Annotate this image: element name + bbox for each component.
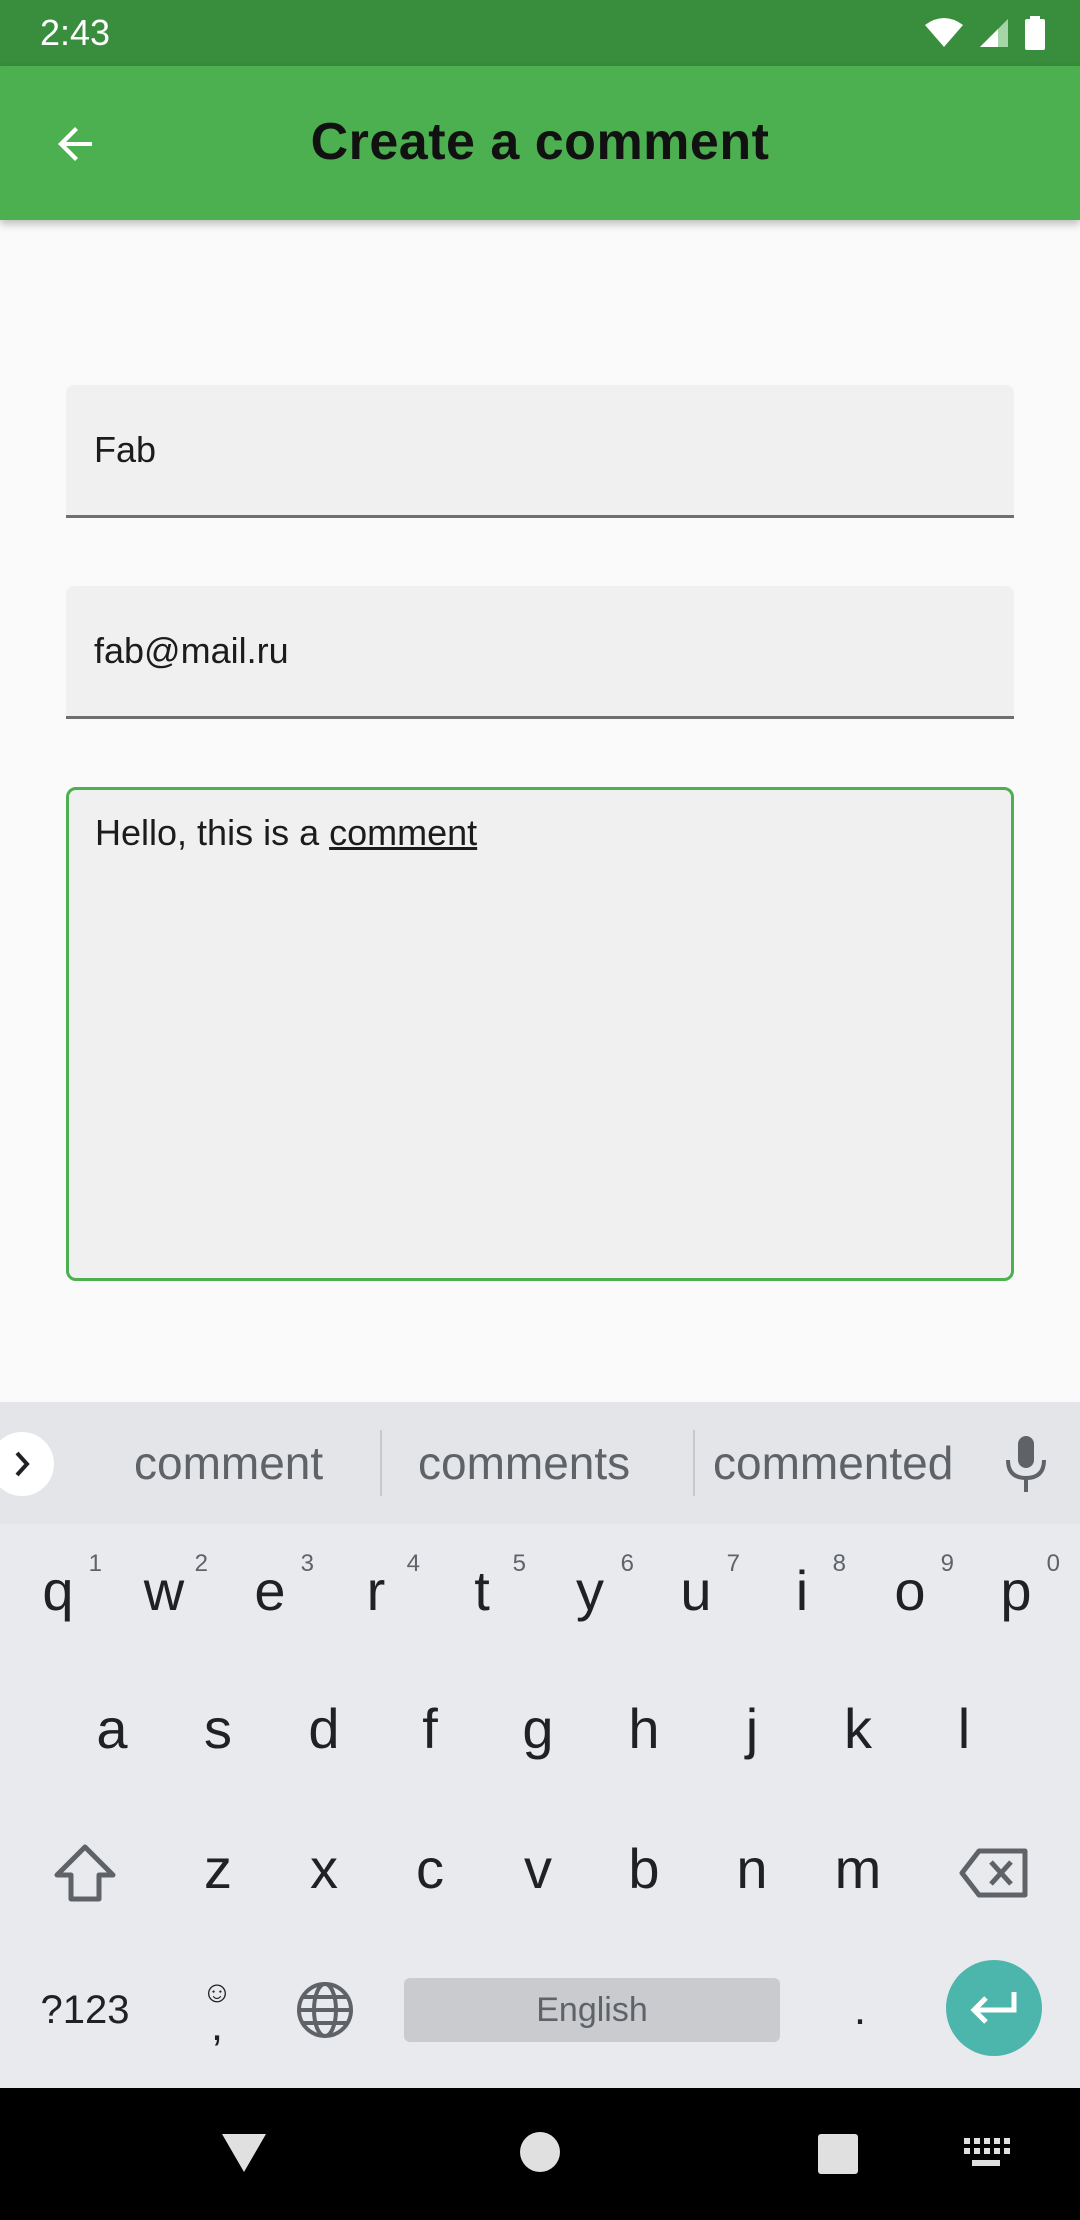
suggestion-divider — [380, 1430, 382, 1496]
comment-text-prefix: Hello, this is a — [95, 812, 330, 853]
suggestion-strip: comment comments commented — [0, 1402, 1080, 1524]
enter-key[interactable] — [946, 1960, 1042, 2056]
email-input[interactable] — [94, 586, 984, 716]
shift-key[interactable] — [40, 1808, 130, 1938]
key-t[interactable]: t5 — [432, 1530, 532, 1650]
symbols-key[interactable]: ?123 — [30, 1960, 140, 2060]
key-m[interactable]: m — [808, 1808, 908, 1928]
keyboard-switch-icon[interactable] — [962, 2136, 1010, 2172]
key-d[interactable]: d — [274, 1668, 374, 1788]
emoji-comma-key[interactable]: ☺ , — [182, 1960, 252, 2060]
name-field[interactable] — [66, 385, 1014, 518]
key-s[interactable]: s — [168, 1668, 268, 1788]
name-input[interactable] — [94, 385, 984, 515]
nav-home-icon[interactable] — [520, 2132, 560, 2172]
key-u[interactable]: u7 — [646, 1530, 746, 1650]
key-a[interactable]: a — [62, 1668, 162, 1788]
key-g[interactable]: g — [488, 1668, 588, 1788]
comma-label: , — [210, 2001, 224, 2050]
wifi-icon — [925, 18, 963, 47]
backspace-icon — [959, 1848, 1028, 1898]
key-j[interactable]: j — [702, 1668, 802, 1788]
signal-icon — [980, 19, 1008, 47]
suggestion-item[interactable]: comment — [134, 1436, 323, 1490]
key-v[interactable]: v — [488, 1808, 588, 1928]
suggestion-item[interactable]: comments — [418, 1436, 630, 1490]
expand-toolbar-button[interactable] — [0, 1432, 54, 1496]
key-p[interactable]: p0 — [966, 1530, 1066, 1650]
system-navigation-bar — [0, 2088, 1080, 2220]
shift-icon — [54, 1844, 116, 1902]
return-icon — [970, 1992, 1017, 2024]
comment-text: Hello, this is a comment — [95, 812, 477, 854]
comment-text-composing-word: comment — [329, 812, 478, 853]
space-key[interactable]: English — [404, 1978, 780, 2042]
key-l[interactable]: l — [914, 1668, 1014, 1788]
email-field[interactable] — [66, 586, 1014, 719]
chevron-right-icon — [15, 1451, 30, 1477]
suggestion-item[interactable]: commented — [713, 1436, 953, 1490]
nav-recents-icon[interactable] — [818, 2134, 858, 2174]
key-r[interactable]: r4 — [326, 1530, 426, 1650]
key-i[interactable]: i8 — [752, 1530, 852, 1650]
language-key[interactable] — [290, 1970, 360, 2050]
microphone-icon[interactable] — [998, 1434, 1054, 1494]
status-bar: 2:43 — [0, 0, 1080, 66]
key-y[interactable]: y6 — [540, 1530, 640, 1650]
battery-icon — [1025, 16, 1045, 50]
status-icons — [924, 16, 1046, 50]
key-b[interactable]: b — [594, 1808, 694, 1928]
comment-textarea[interactable]: Hello, this is a comment — [66, 787, 1014, 1281]
key-q[interactable]: q1 — [8, 1530, 108, 1650]
key-f[interactable]: f — [380, 1668, 480, 1788]
key-o[interactable]: o9 — [860, 1530, 960, 1650]
period-key[interactable]: . — [830, 1960, 890, 2060]
key-e[interactable]: e3 — [220, 1530, 320, 1650]
key-n[interactable]: n — [702, 1808, 802, 1928]
app-bar: Create a comment — [0, 66, 1080, 220]
key-k[interactable]: k — [808, 1668, 908, 1788]
backspace-key[interactable] — [950, 1808, 1040, 1938]
key-w[interactable]: w2 — [114, 1530, 214, 1650]
suggestion-divider — [693, 1430, 695, 1496]
globe-icon — [297, 1982, 353, 2038]
key-c[interactable]: c — [380, 1808, 480, 1928]
nav-back-icon[interactable] — [220, 2128, 268, 2176]
key-x[interactable]: x — [274, 1808, 374, 1928]
key-z[interactable]: z — [168, 1808, 268, 1928]
status-time: 2:43 — [40, 12, 111, 53]
page-title: Create a comment — [310, 113, 770, 171]
key-h[interactable]: h — [594, 1668, 694, 1788]
